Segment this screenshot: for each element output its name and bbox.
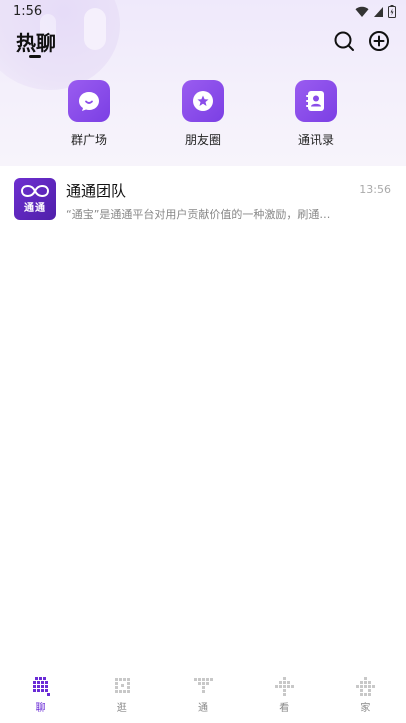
chat-name: 通通团队	[66, 182, 127, 200]
quick-action-label: 群广场	[70, 133, 107, 147]
wifi-icon	[355, 6, 369, 17]
status-icons	[355, 5, 396, 18]
tab-watch[interactable]: 看	[244, 670, 325, 723]
plus-circle-icon	[369, 31, 389, 51]
tab-home[interactable]: 家	[325, 670, 406, 723]
tab-label: 家	[360, 703, 371, 714]
quick-action-group-plaza[interactable]: 群广场	[49, 80, 129, 148]
battery-icon	[388, 5, 396, 18]
browse-tab-icon	[114, 678, 130, 693]
tab-label: 逛	[116, 703, 127, 714]
quick-action-label: 朋友圈	[184, 133, 221, 147]
tab-label: 通	[198, 703, 208, 714]
watch-tab-icon	[275, 677, 295, 696]
quick-action-label: 通讯录	[297, 133, 334, 147]
tab-chat[interactable]: 聊	[0, 670, 81, 723]
quick-action-moments[interactable]: 朋友圈	[163, 80, 243, 148]
chat-bubble-icon	[79, 92, 99, 111]
chat-tab-icon	[32, 677, 50, 696]
status-time: 1:56	[13, 4, 43, 19]
tab-connect[interactable]: 通	[162, 670, 243, 723]
search-icon	[334, 31, 354, 51]
chat-list-item[interactable]: 通通 通通团队 13:56 “通宝”是通通平台对用户贡献价值的一种激励，刷通…	[0, 166, 406, 228]
title-underline	[29, 55, 41, 58]
chat-preview: “通宝”是通通平台对用户贡献价值的一种激励，刷通…	[66, 208, 331, 221]
quick-action-contacts[interactable]: 通讯录	[276, 80, 356, 148]
star-circle-icon	[193, 91, 213, 111]
infinity-logo-icon	[20, 184, 50, 198]
status-bar: 1:56	[0, 0, 406, 24]
connect-tab-icon	[194, 678, 213, 693]
signal-icon	[374, 6, 383, 17]
contacts-book-icon	[306, 91, 324, 111]
chat-time: 13:56	[359, 183, 391, 196]
tab-label: 聊	[35, 703, 46, 714]
home-tab-icon	[356, 677, 376, 696]
avatar: 通通	[14, 178, 56, 220]
add-button[interactable]	[368, 30, 390, 52]
page-title: 热聊	[16, 31, 56, 55]
tab-browse[interactable]: 逛	[81, 670, 162, 723]
avatar-text: 通通	[24, 203, 46, 214]
tab-label: 看	[279, 703, 290, 714]
search-button[interactable]	[333, 30, 355, 52]
bottom-tab-bar: 聊 逛 通 看 家	[0, 670, 406, 723]
